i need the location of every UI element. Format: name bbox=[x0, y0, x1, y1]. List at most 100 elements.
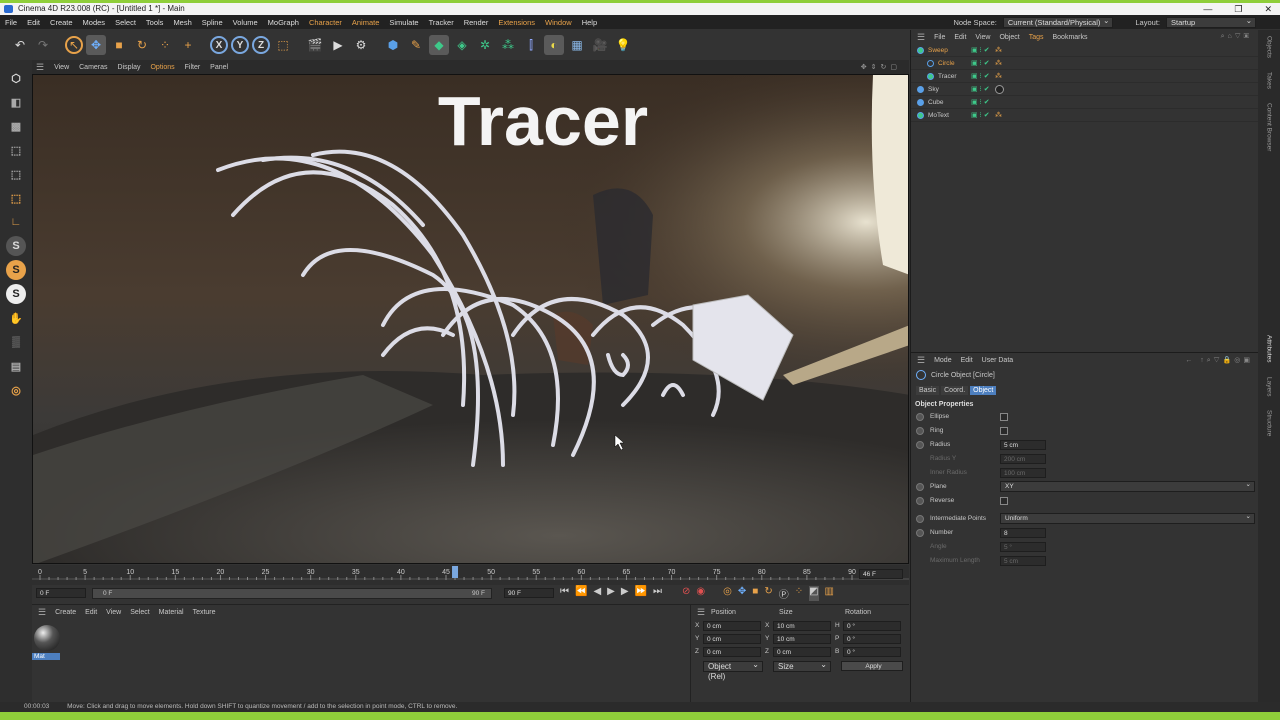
texture-mode-icon[interactable]: ▩ bbox=[6, 116, 26, 136]
attr-prop-field[interactable]: 8 bbox=[1000, 527, 1046, 538]
menu-mesh[interactable]: Mesh bbox=[168, 18, 196, 27]
material-menu-select[interactable]: Select bbox=[130, 609, 149, 616]
next-frame-icon[interactable]: ▶ bbox=[621, 586, 629, 601]
object-visibility-flags[interactable]: ▣ ⁝ ✔ bbox=[971, 111, 990, 119]
coord-position-field[interactable]: 0 cm bbox=[703, 646, 761, 657]
coord-mode-select[interactable]: Object (Rel) bbox=[703, 660, 763, 681]
viewport-menu-cameras[interactable]: Cameras bbox=[79, 64, 107, 71]
menu-mograph[interactable]: MoGraph bbox=[263, 18, 304, 27]
menu-help[interactable]: Help bbox=[577, 18, 602, 27]
object-row-motext[interactable]: MoText ▣ ⁝ ✔ ⁂ bbox=[911, 109, 1258, 122]
menu-tools[interactable]: Tools bbox=[141, 18, 169, 27]
prev-frame-icon[interactable]: ◀ bbox=[593, 586, 601, 601]
attr-menu-userdata[interactable]: User Data bbox=[982, 357, 1014, 364]
tag-icon[interactable]: ⁂ bbox=[995, 111, 1002, 119]
om-menu-file[interactable]: File bbox=[934, 34, 945, 41]
attr-prop-checkbox[interactable] bbox=[1000, 412, 1008, 421]
attr-prop-field[interactable]: 200 cm bbox=[1000, 453, 1046, 464]
attr-prop-field[interactable]: 5 ° bbox=[1000, 541, 1046, 552]
create-null-icon[interactable]: + bbox=[178, 35, 198, 55]
floor-icon[interactable]: ▦ bbox=[567, 35, 587, 55]
quantize-icon[interactable]: S bbox=[6, 284, 26, 304]
side-tab-attributes[interactable]: Attributes bbox=[1266, 335, 1273, 362]
cloner-icon[interactable]: ✲ bbox=[475, 35, 495, 55]
animate-param-icon[interactable] bbox=[916, 440, 924, 449]
attr-prop-field[interactable]: 5 cm bbox=[1000, 555, 1046, 566]
object-row-sky[interactable]: Sky ▣ ⁝ ✔ bbox=[911, 83, 1258, 96]
snap-settings-icon[interactable]: S bbox=[6, 260, 26, 280]
object-visibility-flags[interactable]: ▣ ⁝ ✔ bbox=[971, 46, 990, 54]
z-axis-lock-icon[interactable]: Z bbox=[252, 36, 270, 54]
menu-extensions[interactable]: Extensions bbox=[493, 18, 540, 27]
x-axis-lock-icon[interactable]: X bbox=[210, 36, 228, 54]
menu-simulate[interactable]: Simulate bbox=[384, 18, 423, 27]
coord-size-mode-select[interactable]: Size bbox=[773, 660, 831, 672]
prev-key-icon[interactable]: ⏪ bbox=[575, 586, 587, 601]
deformer-icon[interactable]: ⫿ bbox=[521, 35, 541, 55]
timeline-window-icon[interactable]: ▥ bbox=[825, 586, 834, 601]
rotation-key-icon[interactable]: ↻ bbox=[764, 586, 772, 601]
material-menu-view[interactable]: View bbox=[106, 609, 121, 616]
viewport-menu-display[interactable]: Display bbox=[118, 64, 141, 71]
coord-size-field[interactable]: 0 cm bbox=[773, 646, 831, 657]
edges-mode-icon[interactable]: ⬚ bbox=[6, 164, 26, 184]
y-axis-lock-icon[interactable]: Y bbox=[231, 36, 249, 54]
coord-apply-button[interactable]: Apply bbox=[841, 661, 903, 671]
om-menu-tags[interactable]: Tags bbox=[1029, 34, 1044, 41]
field-icon[interactable]: ◐ bbox=[544, 35, 564, 55]
timeline-ruler[interactable]: 0 5 10 15 20 25 30 35 40 45 50 55 60 65 70 75 80 85 90 46 … bbox=[32, 565, 909, 585]
object-name[interactable]: Circle bbox=[938, 60, 968, 67]
menu-create[interactable]: Create bbox=[45, 18, 78, 27]
menu-render[interactable]: Render bbox=[459, 18, 494, 27]
object-menu-icon[interactable]: ☰ bbox=[917, 32, 925, 43]
coord-position-field[interactable]: 0 cm bbox=[703, 633, 761, 644]
attr-menu-mode[interactable]: Mode bbox=[934, 357, 952, 364]
render-picture-viewer-icon[interactable]: ▶ bbox=[328, 35, 348, 55]
pla-key-icon[interactable]: ⁘ bbox=[795, 586, 803, 601]
object-name[interactable]: Sweep bbox=[928, 47, 968, 54]
end-frame-field[interactable]: 90 F bbox=[504, 588, 554, 598]
menu-character[interactable]: Character bbox=[304, 18, 347, 27]
material-menu-material[interactable]: Material bbox=[159, 609, 184, 616]
start-frame-field[interactable]: 0 F bbox=[36, 588, 86, 598]
material-menu-texture[interactable]: Texture bbox=[193, 609, 216, 616]
material-menu-create[interactable]: Create bbox=[55, 609, 76, 616]
object-name[interactable]: Sky bbox=[928, 86, 968, 93]
rotate-tool-icon[interactable]: ↻ bbox=[132, 35, 152, 55]
goto-end-icon[interactable]: ⏭ bbox=[653, 586, 662, 601]
menu-spline[interactable]: Spline bbox=[197, 18, 228, 27]
coord-rotation-field[interactable]: 0 ° bbox=[843, 633, 901, 644]
scale-tool-icon[interactable]: ■ bbox=[109, 35, 129, 55]
menu-animate[interactable]: Animate bbox=[347, 18, 385, 27]
autokey-icon[interactable]: ◉ bbox=[696, 586, 705, 601]
render-view-icon[interactable]: 🎬 bbox=[305, 35, 325, 55]
material-slot[interactable]: Mat bbox=[32, 625, 62, 665]
menu-volume[interactable]: Volume bbox=[228, 18, 263, 27]
model-mode-icon[interactable]: ◧ bbox=[6, 92, 26, 112]
menu-select[interactable]: Select bbox=[110, 18, 141, 27]
light-icon[interactable]: 💡 bbox=[613, 35, 633, 55]
menu-edit[interactable]: Edit bbox=[22, 18, 45, 27]
polygons-mode-icon[interactable]: ⬚ bbox=[6, 188, 26, 208]
redo-icon[interactable]: ↷ bbox=[33, 35, 53, 55]
timeline-playhead[interactable] bbox=[452, 566, 459, 578]
close-button[interactable]: ✕ bbox=[1264, 3, 1272, 15]
attr-menu-icon[interactable]: ☰ bbox=[917, 355, 925, 366]
material-menu-icon[interactable]: ☰ bbox=[38, 607, 46, 618]
menu-tracker[interactable]: Tracker bbox=[424, 18, 459, 27]
attr-tab-object[interactable]: Object bbox=[970, 385, 997, 395]
animate-param-icon[interactable] bbox=[916, 528, 924, 537]
coord-size-field[interactable]: 10 cm bbox=[773, 633, 831, 644]
viewport-menu-options[interactable]: Options bbox=[150, 64, 174, 71]
attr-prop-checkbox[interactable] bbox=[1000, 496, 1008, 505]
viewport-menu-icon[interactable]: ☰ bbox=[36, 62, 44, 73]
move-tool-icon[interactable]: ✥ bbox=[86, 35, 106, 55]
tag-icon[interactable]: ⁂ bbox=[995, 46, 1002, 54]
next-key-icon[interactable]: ⏩ bbox=[635, 586, 647, 601]
undo-icon[interactable]: ↶ bbox=[10, 35, 30, 55]
scheme-icon[interactable]: ◩ bbox=[809, 586, 819, 601]
param-key-icon[interactable]: Ⓟ bbox=[779, 586, 789, 601]
object-row-tracer[interactable]: Tracer ▣ ⁝ ✔ ⁂ bbox=[911, 70, 1258, 83]
position-key-icon[interactable]: ✥ bbox=[738, 586, 746, 601]
attr-nav-icons[interactable]: ← ↑⌕▽🔒◎▣ bbox=[1185, 356, 1253, 365]
